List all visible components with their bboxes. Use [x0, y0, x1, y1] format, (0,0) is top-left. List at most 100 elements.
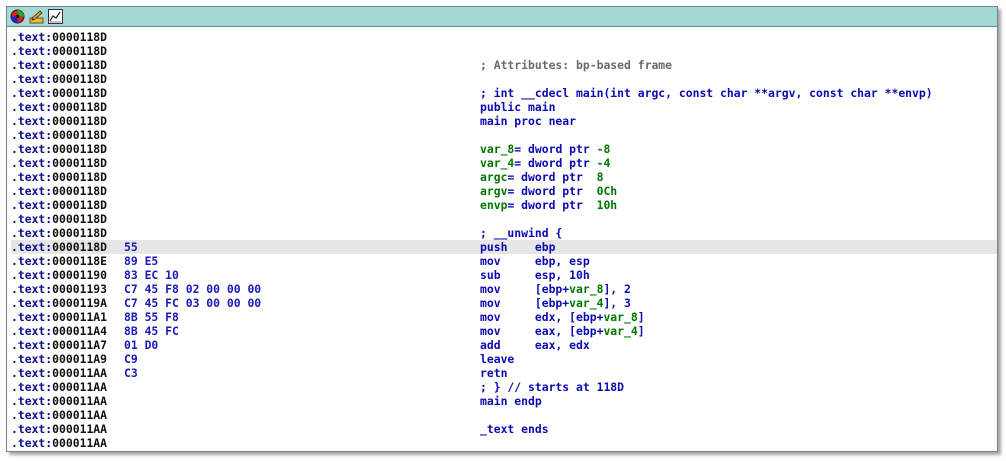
address-offset: 000011AA	[52, 366, 108, 380]
address-offset: 00001193	[52, 282, 108, 296]
instruction-text[interactable]: main endp	[480, 394, 542, 408]
address: .text:000011A1	[11, 310, 107, 324]
address: .text:0000118D	[11, 100, 107, 114]
instruction-text[interactable]: _text ends	[480, 422, 549, 436]
segment-name: .text	[11, 436, 46, 450]
listing-row[interactable]: .text:000011A4 8B 45 FC mov eax, [ebp+var_…	[11, 324, 997, 338]
listing-row[interactable]: .text:0000118D	[11, 30, 997, 44]
listing-row[interactable]: .text:0000118D envp= dword ptr 10h	[11, 198, 997, 212]
listing-row[interactable]: .text:000011AA	[11, 408, 997, 422]
address: .text:0000118D	[11, 184, 107, 198]
listing-row[interactable]: .text:000011A1 8B 55 F8 mov edx, [ebp+var_…	[11, 310, 997, 324]
token: add eax, edx	[480, 338, 590, 352]
instruction-text[interactable]: sub esp, 10h	[480, 268, 590, 282]
instruction-text[interactable]: add eax, edx	[480, 338, 590, 352]
listing-row[interactable]: .text:0000118D	[11, 212, 997, 226]
instruction-text[interactable]: envp= dword ptr 10h	[480, 198, 617, 212]
listing-row[interactable]: .text:000011AA	[11, 436, 997, 450]
listing-row[interactable]: .text:000011AA ; } // starts at 118D	[11, 380, 997, 394]
instruction-text[interactable]: leave	[480, 352, 514, 366]
instruction-text[interactable]: argv= dword ptr 0Ch	[480, 184, 617, 198]
opcode-bytes: 89 E5	[124, 254, 159, 268]
instruction-text[interactable]: mov ebp, esp	[480, 254, 590, 268]
instruction-text[interactable]: public main	[480, 100, 555, 114]
opcode-bytes: 8B 55 F8	[124, 310, 179, 324]
instruction-text[interactable]: ; Attributes: bp-based frame	[480, 58, 672, 72]
listing-row[interactable]: .text:0000118D argc= dword ptr 8	[11, 170, 997, 184]
instruction-text[interactable]: argc= dword ptr 8	[480, 170, 603, 184]
segment-name: .text	[11, 30, 46, 44]
listing-row[interactable]: .text:0000118D var_4= dword ptr -4	[11, 156, 997, 170]
token: ; __unwind {	[480, 226, 563, 240]
segment-name: .text	[11, 156, 46, 170]
instruction-text[interactable]: mov edx, [ebp+var_8]	[480, 310, 645, 324]
token: argv	[480, 184, 508, 198]
address-offset: 000011A9	[52, 352, 108, 366]
token: leave	[480, 352, 515, 366]
listing-row[interactable]: .text:000011A7 01 D0 add eax, edx	[11, 338, 997, 352]
opcode-bytes: 55	[124, 240, 138, 254]
token: mov [ebp+	[480, 282, 570, 296]
listing-row[interactable]: .text:00001193 C7 45 F8 02 00 00 00 mov [e…	[11, 282, 997, 296]
listing-row[interactable]: .text:00001190 83 EC 10 sub esp, 10h	[11, 268, 997, 282]
listing-row[interactable]: .text:0000118E 89 E5 mov ebp, esp	[11, 254, 997, 268]
token: public main	[480, 100, 556, 114]
token: var_8	[603, 310, 638, 324]
listing-row[interactable]: .text:000011AA _text ends	[11, 422, 997, 436]
listing-row[interactable]: .text:0000119A C7 45 FC 03 00 00 00 mov [e…	[11, 296, 997, 310]
instruction-text[interactable]: main proc near	[480, 114, 576, 128]
edit-pencil-icon[interactable]	[29, 9, 44, 24]
instruction-text[interactable]: ; int __cdecl main(int argc, const char …	[480, 86, 933, 100]
segment-name: .text	[11, 212, 46, 226]
address: .text:0000118D	[11, 44, 107, 58]
listing-row[interactable]: .text:0000118D 55 push ebp	[11, 240, 997, 254]
instruction-text[interactable]: mov eax, [ebp+var_4]	[480, 324, 645, 338]
address: .text:0000118D	[11, 170, 107, 184]
address-offset: 000011AA	[52, 436, 108, 450]
address-offset: 0000118D	[52, 30, 108, 44]
instruction-text[interactable]: mov [ebp+var_4], 3	[480, 296, 631, 310]
segment-name: .text	[11, 184, 46, 198]
listing-row[interactable]: .text:0000118D public main	[11, 100, 997, 114]
token: = dword ptr	[507, 198, 597, 212]
segment-name: .text	[11, 296, 46, 310]
listing-row[interactable]: .text:0000118D main proc near	[11, 114, 997, 128]
address: .text:0000118D	[11, 86, 107, 100]
listing-row[interactable]: .text:0000118D	[11, 44, 997, 58]
instruction-text[interactable]: ; __unwind {	[480, 226, 562, 240]
instruction-text[interactable]: var_8= dword ptr -8	[480, 142, 610, 156]
instruction-text[interactable]: var_4= dword ptr -4	[480, 156, 610, 170]
address-offset: 0000118D	[52, 226, 108, 240]
listing-row[interactable]: .text:0000118D ; int __cdecl main(int arg…	[11, 86, 997, 100]
instruction-text[interactable]: push ebp	[480, 240, 555, 254]
token: -4	[596, 156, 611, 170]
segment-name: .text	[11, 240, 46, 254]
listing-row[interactable]: .text:000011AA main endp	[11, 394, 997, 408]
disassembly-listing[interactable]: .text:0000118D .text:0000118D .text:000011…	[11, 30, 997, 451]
listing-row[interactable]: .text:0000118D argv= dword ptr 0Ch	[11, 184, 997, 198]
instruction-text[interactable]: ; } // starts at 118D	[480, 380, 624, 394]
address: .text:0000118D	[11, 58, 107, 72]
listing-row[interactable]: .text:0000118D var_8= dword ptr -8	[11, 142, 997, 156]
chart-icon[interactable]	[48, 9, 63, 24]
segment-name: .text	[11, 310, 46, 324]
listing-row[interactable]: .text:0000118D	[11, 128, 997, 142]
listing-row[interactable]: .text:0000118D ; __unwind {	[11, 226, 997, 240]
segment-name: .text	[11, 44, 46, 58]
listing-row[interactable]: .text:0000118D	[11, 72, 997, 86]
segment-name: .text	[11, 170, 46, 184]
window-toolbar	[7, 7, 997, 27]
segment-name: .text	[11, 198, 46, 212]
listing-row[interactable]: .text:000011AA C3 retn	[11, 366, 997, 380]
address-offset: 0000118D	[52, 72, 108, 86]
opcode-bytes: 83 EC 10	[124, 268, 179, 282]
graph-overview-icon[interactable]	[10, 9, 25, 24]
listing-row[interactable]: .text:0000118D ; Attributes: bp-based fra…	[11, 58, 997, 72]
instruction-text[interactable]: mov [ebp+var_8], 2	[480, 282, 631, 296]
address: .text:0000118D	[11, 128, 107, 142]
segment-name: .text	[11, 226, 46, 240]
address: .text:0000118D	[11, 240, 107, 254]
instruction-text[interactable]: retn	[480, 366, 507, 380]
segment-name: .text	[11, 114, 46, 128]
listing-row[interactable]: .text:000011A9 C9 leave	[11, 352, 997, 366]
